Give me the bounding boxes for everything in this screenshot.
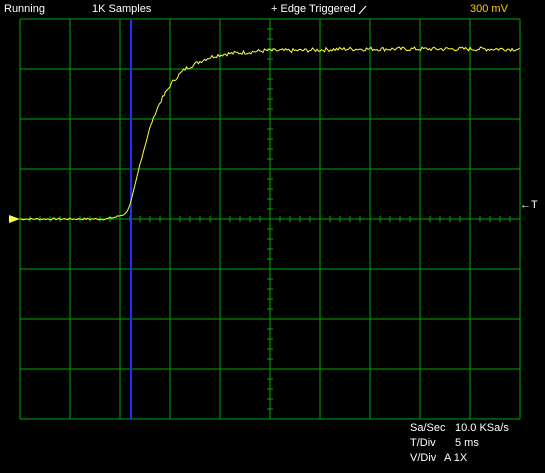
rising-edge-icon [358,5,367,15]
sample-rate-label: Sa/Sec [410,422,446,434]
volts-per-div-display: 300 mV [470,3,508,15]
channel-ground-arrow-icon[interactable] [9,215,20,223]
volt-div-label: V/Div [410,452,437,464]
trigger-level-marker[interactable]: ←T [520,199,538,212]
sample-rate-value: 10.0 KSa/s [455,422,509,434]
sample-count: 1K Samples [92,3,152,15]
oscilloscope-display [9,18,521,420]
time-div-value: 5 ms [455,437,479,449]
run-state: Running [4,3,45,15]
time-div-label: T/Div [410,437,436,449]
trigger-mode: + Edge Triggered [271,3,356,15]
volt-div-value: A 1X [444,452,468,464]
